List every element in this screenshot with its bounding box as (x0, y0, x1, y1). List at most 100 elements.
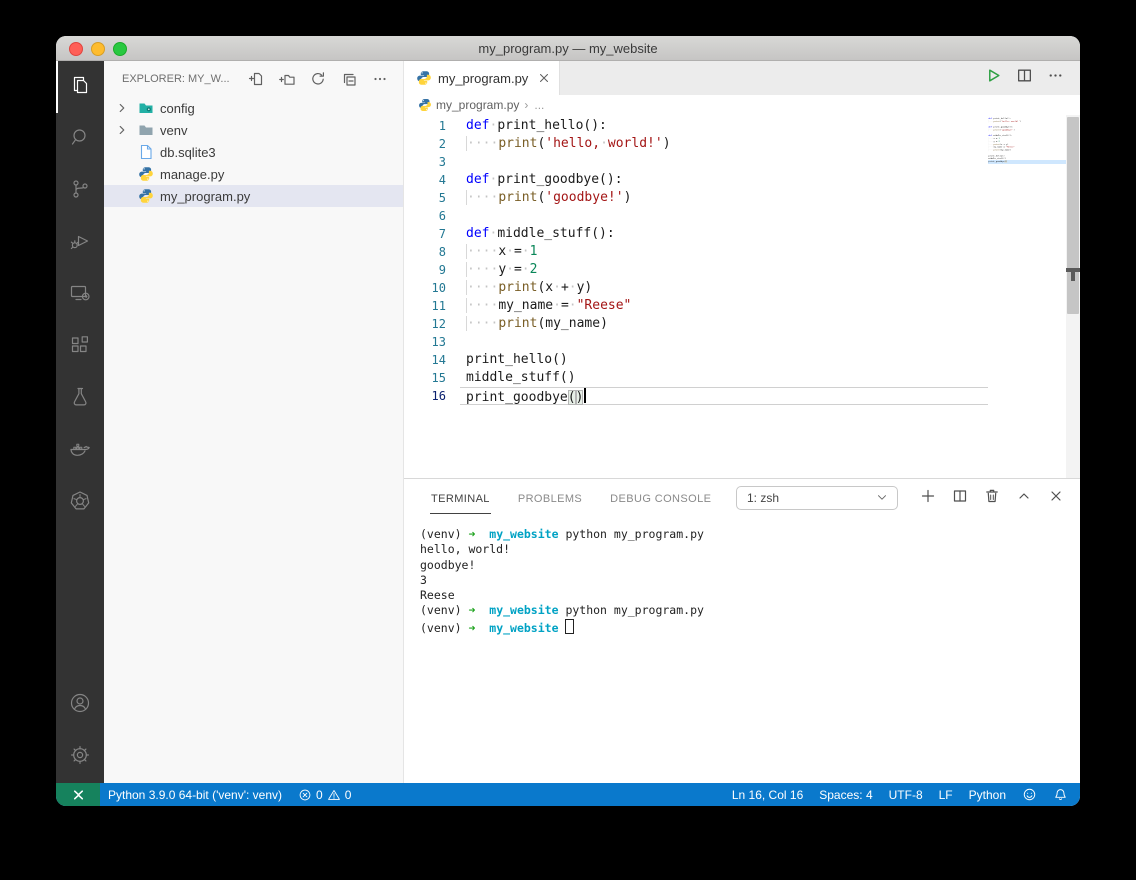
code-line-16[interactable]: print_goodbye() (460, 387, 988, 405)
code-line-13[interactable] (460, 333, 988, 351)
terminal[interactable]: (venv) ➜ my_website python my_program.py… (404, 517, 1080, 785)
close-window-button[interactable] (69, 42, 83, 56)
close-panel-button[interactable] (1048, 488, 1064, 509)
breadcrumb[interactable]: my_program.py › ... (404, 95, 1080, 115)
code-line-8[interactable]: ····x·=·1 (460, 243, 988, 261)
code-line-14[interactable]: print_hello() (460, 351, 988, 369)
code-line-3[interactable] (460, 153, 988, 171)
breadcrumb-file[interactable]: my_program.py (436, 98, 519, 112)
code-line-1[interactable]: def·print_hello(): (460, 117, 988, 135)
activity-item-testing[interactable] (56, 373, 104, 425)
split-editor-button[interactable] (1016, 67, 1033, 89)
line-number: 10 (404, 279, 446, 297)
code-content[interactable]: def·print_hello():····print('hello,·worl… (460, 115, 988, 478)
new-file-button[interactable] (245, 68, 267, 90)
titlebar[interactable]: my_program.py — my_website (56, 36, 1080, 61)
panel-tab-terminal[interactable]: TERMINAL (430, 483, 491, 514)
minimize-window-button[interactable] (91, 42, 105, 56)
vscode-window: my_program.py — my_website EXPLORER: MY_… (56, 36, 1080, 806)
activity-item-remote-explorer[interactable] (56, 269, 104, 321)
maximize-panel-button[interactable] (1016, 488, 1032, 509)
code-line-5[interactable]: ····print('goodbye!') (460, 189, 988, 207)
activity-item-extensions[interactable] (56, 321, 104, 373)
status-indentation[interactable]: Spaces: 4 (811, 783, 880, 806)
code-editor[interactable]: 12345678910111213141516 def·print_hello(… (404, 115, 1080, 478)
editor-scrollbar[interactable] (1066, 115, 1080, 478)
code-line-4[interactable]: def·print_goodbye(): (460, 171, 988, 189)
activity-item-docker[interactable] (56, 425, 104, 477)
split-terminal-button[interactable] (952, 488, 968, 509)
new-terminal-button[interactable] (920, 488, 936, 509)
status-language-mode[interactable]: Python (961, 783, 1014, 806)
more-actions-button[interactable] (1047, 67, 1064, 89)
chevron-right-icon: › (523, 98, 529, 112)
file-label: venv (160, 123, 187, 138)
status-cursor-position[interactable]: Ln 16, Col 16 (724, 783, 811, 806)
status-remote-indicator[interactable] (56, 783, 100, 806)
activity-item-source-control[interactable] (56, 165, 104, 217)
run-python-file-button[interactable] (985, 67, 1002, 89)
code-line-9[interactable]: ····y·=·2 (460, 261, 988, 279)
status-notifications-button[interactable] (1045, 783, 1080, 806)
code-line-10[interactable]: ····print(x·+·y) (460, 279, 988, 297)
zoom-window-button[interactable] (113, 42, 127, 56)
account-icon (68, 691, 92, 720)
python-icon (138, 188, 154, 204)
activity-item-explorer[interactable] (56, 61, 104, 113)
code-line-6[interactable] (460, 207, 988, 225)
screen: my_program.py — my_website EXPLORER: MY_… (0, 0, 1136, 880)
settings-icon (68, 743, 92, 772)
kubernetes-icon (68, 489, 92, 518)
panel-tab-problems[interactable]: PROBLEMS (517, 483, 583, 514)
panel-tab-debug-console[interactable]: DEBUG CONSOLE (609, 483, 712, 514)
collapse-all-button[interactable] (338, 68, 360, 90)
text-cursor (584, 388, 586, 403)
code-line-2[interactable]: ····print('hello,·world!') (460, 135, 988, 153)
status-problems-indicator[interactable]: 00 (290, 783, 359, 806)
activity-item-account[interactable] (56, 679, 104, 731)
file-item-venv[interactable]: venv (104, 119, 403, 141)
new-folder-button[interactable] (276, 68, 298, 90)
bottom-panel: TERMINAL PROBLEMS DEBUG CONSOLE 1: zsh (ve… (404, 478, 1080, 785)
warning-icon (327, 788, 341, 802)
explorer-sidebar: EXPLORER: MY_W... config venv db.sqlite3ma… (104, 61, 404, 783)
breadcrumb-symbol[interactable]: ... (533, 98, 545, 112)
chevron-right-icon[interactable] (114, 123, 130, 137)
status-eol-sequence[interactable]: LF (931, 783, 961, 806)
terminal-select[interactable]: 1: zsh (736, 486, 898, 510)
activity-item-search[interactable] (56, 113, 104, 165)
scrollbar-slider[interactable] (1067, 117, 1079, 314)
terminal-line: hello, world! (420, 542, 1080, 557)
line-number: 15 (404, 369, 446, 387)
status-bar: Python 3.9.0 64-bit ('venv': venv)00 Ln … (56, 783, 1080, 806)
activity-item-run-debug[interactable] (56, 217, 104, 269)
code-line-11[interactable]: ····my_name·=·"Reese" (460, 297, 988, 315)
line-number: 4 (404, 171, 446, 189)
code-line-7[interactable]: def·middle_stuff(): (460, 225, 988, 243)
tab-my-program-py[interactable]: my_program.py (404, 61, 560, 95)
terminal-line: (venv) ➜ my_website python my_program.py (420, 527, 1080, 542)
traffic-lights (69, 42, 127, 56)
kill-terminal-button[interactable] (984, 488, 1000, 509)
terminal-line: goodbye! (420, 558, 1080, 573)
line-number: 16 (404, 387, 446, 405)
code-line-15[interactable]: middle_stuff() (460, 369, 988, 387)
status-feedback-button[interactable] (1014, 783, 1045, 806)
chevron-right-icon[interactable] (114, 101, 130, 115)
code-line-12[interactable]: ····print(my_name) (460, 315, 988, 333)
line-number: 12 (404, 315, 446, 333)
remote-explorer-icon (68, 281, 92, 310)
status-encoding[interactable]: UTF-8 (881, 783, 931, 806)
refresh-button[interactable] (307, 68, 329, 90)
file-item-db-sqlite3[interactable]: db.sqlite3 (104, 141, 403, 163)
explorer-header: EXPLORER: MY_W... (104, 61, 403, 97)
status-python-interpreter[interactable]: Python 3.9.0 64-bit ('venv': venv) (100, 783, 290, 806)
file-item-my-program-py[interactable]: my_program.py (104, 185, 403, 207)
minimap[interactable]: def·print_hello():····print('hello,·worl… (988, 117, 1066, 478)
activity-item-kubernetes[interactable] (56, 477, 104, 529)
more-actions-button[interactable] (369, 68, 391, 90)
file-item-config[interactable]: config (104, 97, 403, 119)
activity-item-settings[interactable] (56, 731, 104, 783)
file-item-manage-py[interactable]: manage.py (104, 163, 403, 185)
close-tab-button[interactable] (537, 71, 551, 85)
